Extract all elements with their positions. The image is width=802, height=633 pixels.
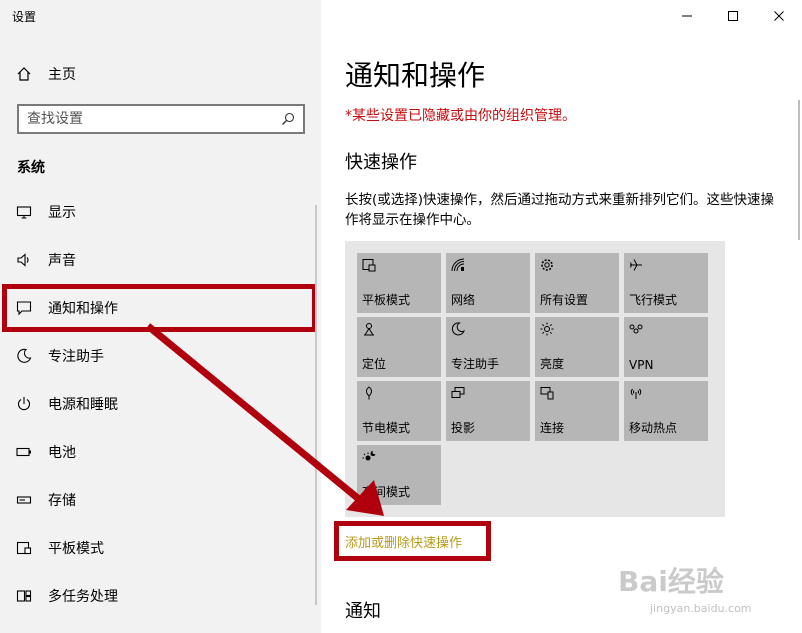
sidebar-item-notifications[interactable]: 通知和操作 [2,284,317,332]
search-box[interactable] [17,104,305,134]
sidebar-item-label: 多任务处理 [48,589,118,605]
tile-label: 所有设置 [540,293,589,307]
moon-icon [451,322,465,336]
highlight-box [334,521,491,561]
tablet-mode-icon [362,259,376,272]
minimize-icon [682,15,692,17]
main-scrollbar[interactable] [798,100,800,240]
close-icon [774,11,784,21]
managed-notice: *某些设置已隐藏或由你的组织管理。 [345,108,576,124]
section-label: 系统 [17,160,45,176]
quick-actions-description: 长按(或选择)快速操作，然后通过拖动方式来重新排列它们。这些快速操作将显示在操作… [345,192,775,228]
tile-label: 连接 [540,421,565,435]
home-icon [17,67,31,81]
page-title: 通知和操作 [345,59,486,92]
tile-location[interactable]: 定位 [357,317,441,377]
sidebar-item-label: 声音 [48,253,76,269]
tile-label: 专注助手 [451,357,500,371]
home-label: 主页 [48,67,76,83]
connect-icon [540,387,554,400]
sidebar-item-display[interactable]: 显示 [0,188,321,236]
tile-label: VPN [629,358,654,372]
sidebar-item-label: 平板模式 [48,541,104,557]
tile-project[interactable]: 投影 [446,381,530,441]
tablet-icon [16,541,32,555]
tile-label: 节电模式 [362,421,411,435]
tile-network[interactable]: 网络 [446,253,530,313]
sidebar-item-label: 通知和操作 [48,301,118,317]
sidebar-item-label: 电池 [48,445,76,461]
tile-vpn[interactable]: VPN [624,317,708,377]
vpn-icon [629,324,643,334]
sidebar-item-battery[interactable]: 电池 [0,428,321,476]
tile-label: 夜间模式 [362,485,411,499]
tile-connect[interactable]: 连接 [535,381,619,441]
brightness-icon [540,322,554,336]
sidebar-item-label: 电源和睡眠 [48,397,118,413]
hotspot-icon [630,388,642,399]
tile-tablet-mode[interactable]: 平板模式 [357,253,441,313]
sidebar-item-label: 存储 [48,493,76,509]
app-title: 设置 [12,10,37,24]
tile-label: 平板模式 [362,293,411,307]
search-icon [282,112,295,125]
quick-actions-panel: 平板模式 网络 所有设置 飞行模式 定位 专注助手 亮度 VPN 节电模式 投影… [345,241,725,517]
watermark-url: jingyan.baidu.com [650,602,752,615]
message-icon [16,301,32,316]
multitask-icon [16,590,32,602]
tile-brightness[interactable]: 亮度 [535,317,619,377]
maximize-button[interactable] [710,0,756,32]
tile-label: 飞行模式 [629,293,678,307]
battery-saver-icon [366,386,372,400]
sidebar-item-focus-assist[interactable]: 专注助手 [0,332,321,380]
home-nav[interactable]: 主页 [16,62,76,86]
tile-label: 投影 [451,421,476,435]
tile-airplane-mode[interactable]: 飞行模式 [624,253,708,313]
night-light-icon [362,451,376,461]
tile-label: 移动热点 [629,421,678,435]
sidebar-item-multitasking[interactable]: 多任务处理 [0,572,321,620]
sidebar-item-power-sleep[interactable]: 电源和睡眠 [0,380,321,428]
sidebar-nav: 显示 声音 通知和操作 专注助手 电源和睡眠 电池 存储 平板模式 多任务处理 [0,188,321,620]
tile-focus-assist[interactable]: 专注助手 [446,317,530,377]
sidebar: 设置 主页 系统 显示 声音 通知和操作 专注助手 电源和睡眠 [0,0,321,633]
location-icon [364,323,374,336]
tile-label: 网络 [451,293,476,307]
minimize-button[interactable] [664,0,710,32]
sidebar-item-storage[interactable]: 存储 [0,476,321,524]
quick-actions-heading: 快速操作 [345,152,417,173]
battery-icon [16,447,31,457]
sidebar-item-tablet-mode[interactable]: 平板模式 [0,524,321,572]
moon-icon [17,348,32,363]
airplane-icon [630,259,642,271]
power-icon [17,397,31,411]
gear-icon [541,259,553,271]
close-button[interactable] [756,0,802,32]
notifications-heading: 通知 [345,601,381,622]
project-icon [451,387,465,398]
tile-label: 定位 [362,357,387,371]
watermark-logo: Bai经验 [618,565,724,598]
window-controls [664,0,802,32]
maximize-icon [728,11,738,21]
tile-label: 亮度 [540,357,565,371]
sidebar-item-label: 显示 [48,205,76,221]
sidebar-scrollbar[interactable] [315,205,317,605]
tile-night-light[interactable]: 夜间模式 [357,445,441,505]
speaker-icon [17,253,29,267]
search-input[interactable] [27,111,281,127]
monitor-icon [16,206,32,219]
storage-icon [16,496,32,504]
tile-mobile-hotspot[interactable]: 移动热点 [624,381,708,441]
tile-all-settings[interactable]: 所有设置 [535,253,619,313]
tile-battery-saver[interactable]: 节电模式 [357,381,441,441]
sidebar-item-sound[interactable]: 声音 [0,236,321,284]
sidebar-item-label: 专注助手 [48,349,104,365]
network-icon [451,258,465,272]
